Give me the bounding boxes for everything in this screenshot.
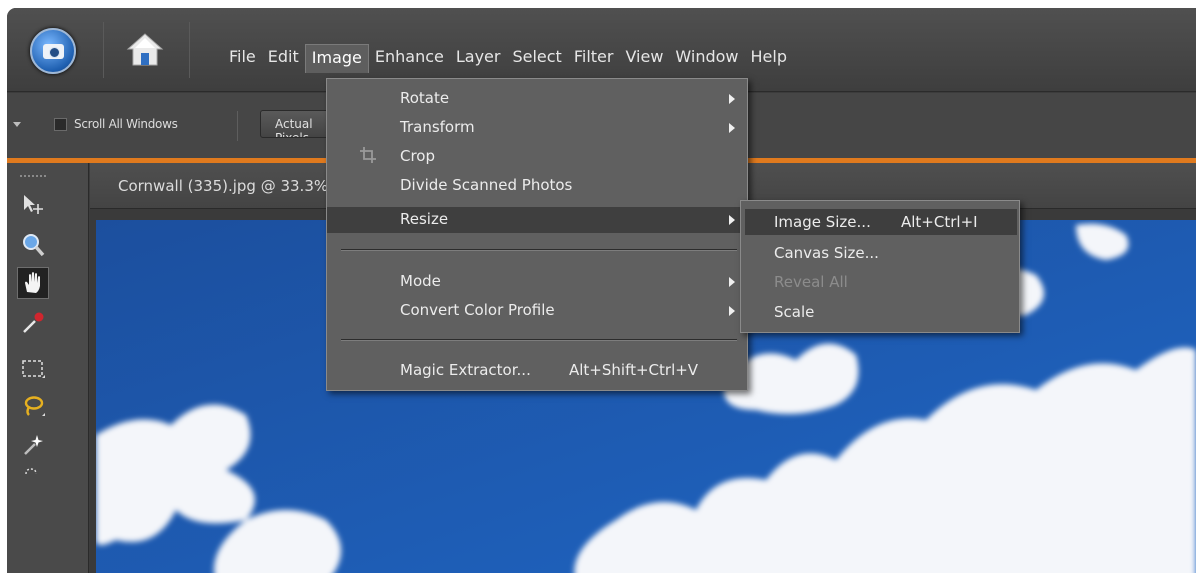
lasso-icon[interactable] <box>17 391 49 423</box>
app-logo-camera-icon[interactable] <box>30 28 76 74</box>
menu-item-label: Transform <box>400 118 475 136</box>
crop-icon <box>360 147 376 163</box>
menu-item-crop[interactable]: Crop <box>327 144 747 170</box>
menu-item-canvas-size[interactable]: Canvas Size... <box>745 240 1017 266</box>
hand-tool-icon[interactable] <box>17 267 49 299</box>
menu-item-label: Resize <box>400 210 449 228</box>
menu-edit[interactable]: Edit <box>262 44 305 73</box>
image-menu-dropdown: Rotate Transform Crop Divide Scanned Pho… <box>326 78 748 391</box>
divider <box>103 22 104 78</box>
submenu-arrow-icon <box>729 123 735 133</box>
menu-window[interactable]: Window <box>669 44 744 73</box>
menu-item-image-size[interactable]: Image Size... Alt+Ctrl+I <box>745 209 1017 235</box>
toolbox-grip[interactable] <box>20 175 46 177</box>
move-tool-icon[interactable] <box>17 189 49 221</box>
resize-submenu: Image Size... Alt+Ctrl+I Canvas Size... … <box>740 200 1020 333</box>
zoom-tool-icon[interactable] <box>17 229 49 261</box>
menu-item-transform[interactable]: Transform <box>327 115 747 141</box>
menu-item-resize[interactable]: Resize <box>327 207 747 233</box>
divider <box>189 22 190 78</box>
menu-item-label: Mode <box>400 272 441 290</box>
menu-item-label: Scale <box>774 303 815 321</box>
menu-bar: File Edit Image Enhance Layer Select Fil… <box>223 44 793 73</box>
menu-item-convert-color-profile[interactable]: Convert Color Profile <box>327 298 747 324</box>
menu-filter[interactable]: Filter <box>568 44 620 73</box>
menu-item-label: Crop <box>400 147 436 165</box>
menu-item-mode[interactable]: Mode <box>327 269 747 295</box>
toolbox <box>7 163 89 573</box>
menu-item-shortcut: Alt+Shift+Ctrl+V <box>569 361 699 379</box>
menu-separator <box>341 339 737 341</box>
menu-separator <box>341 249 737 251</box>
quick-selection-icon[interactable] <box>17 463 49 495</box>
menu-item-label: Image Size... <box>774 213 871 231</box>
eyedropper-tool-icon[interactable] <box>17 307 49 339</box>
menu-item-shortcut: Alt+Ctrl+I <box>901 213 978 231</box>
menu-item-scale[interactable]: Scale <box>745 299 1017 325</box>
menu-item-label: Reveal All <box>774 273 848 291</box>
menu-layer[interactable]: Layer <box>450 44 507 73</box>
submenu-arrow-icon <box>729 215 735 225</box>
submenu-arrow-icon <box>729 277 735 287</box>
rectangular-marquee-icon[interactable] <box>17 353 49 385</box>
scroll-all-windows-label: Scroll All Windows <box>74 117 178 131</box>
menu-select[interactable]: Select <box>506 44 567 73</box>
menu-file[interactable]: File <box>223 44 262 73</box>
menu-image[interactable]: Image <box>304 44 369 73</box>
menu-item-label: Convert Color Profile <box>400 301 555 319</box>
submenu-arrow-icon <box>729 94 735 104</box>
menu-help[interactable]: Help <box>745 44 793 73</box>
menu-item-divide-scanned-photos[interactable]: Divide Scanned Photos <box>327 173 747 199</box>
home-icon[interactable] <box>124 29 166 71</box>
divider <box>237 111 238 141</box>
menu-item-magic-extractor[interactable]: Magic Extractor... Alt+Shift+Ctrl+V <box>327 358 747 384</box>
menu-item-reveal-all: Reveal All <box>745 269 1017 295</box>
menu-item-label: Canvas Size... <box>774 244 879 262</box>
scroll-all-windows-checkbox[interactable] <box>54 118 67 131</box>
menu-item-rotate[interactable]: Rotate <box>327 86 747 112</box>
menu-enhance[interactable]: Enhance <box>369 44 450 73</box>
menu-item-label: Rotate <box>400 89 450 107</box>
submenu-arrow-icon <box>729 306 735 316</box>
tool-preset-dropdown-icon[interactable] <box>13 122 21 127</box>
menu-item-label: Magic Extractor... <box>400 361 531 379</box>
menu-item-label: Divide Scanned Photos <box>400 176 573 194</box>
menu-view[interactable]: View <box>619 44 669 73</box>
magic-wand-icon[interactable] <box>17 429 49 461</box>
